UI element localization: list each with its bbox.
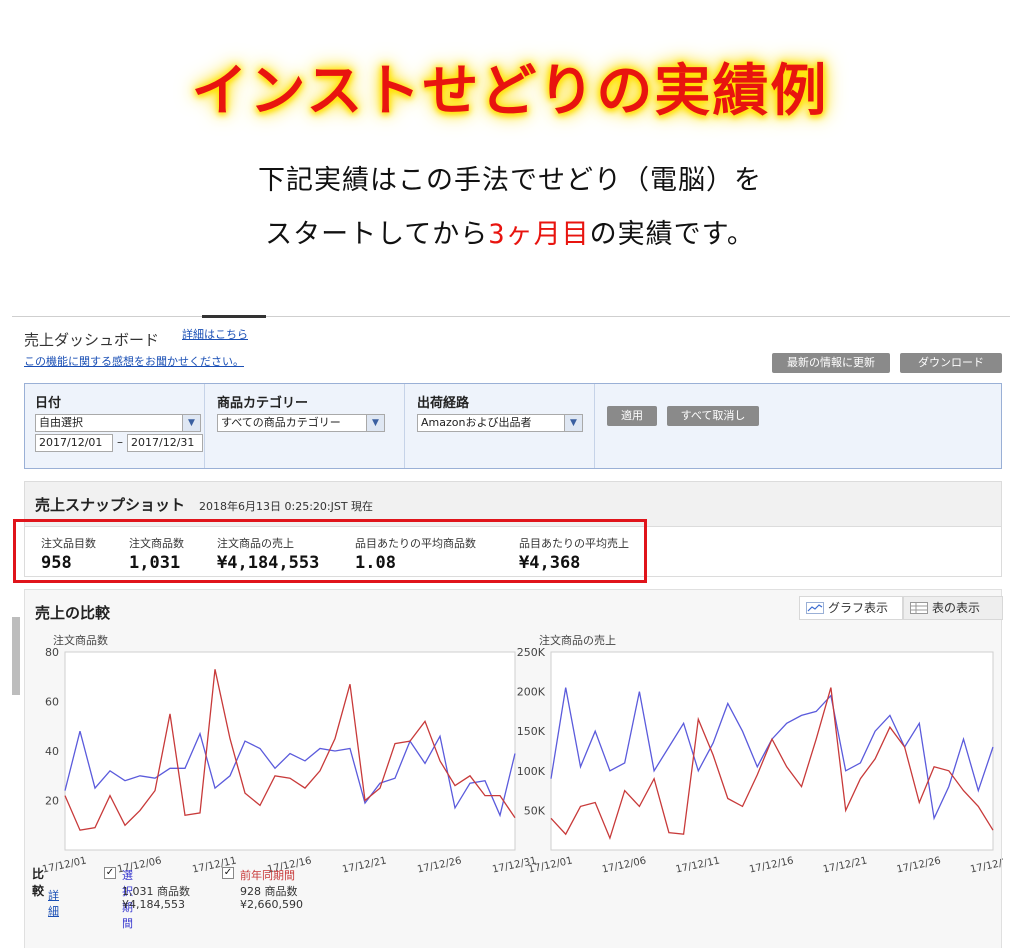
filter-panel: 日付 自由選択 ▼ 2017/12/01 – 2017/12/31 商品カテゴリ… [24, 383, 1002, 469]
selected-period-checkbox[interactable]: ✓ [104, 867, 116, 879]
x-tick-label: 17/12/06 [601, 856, 647, 876]
channel-filter: 出荷経路 Amazonおよび出品者 ▼ [405, 384, 595, 468]
category-filter: 商品カテゴリー すべての商品カテゴリー ▼ [205, 384, 405, 468]
y-tick-label: 40 [45, 745, 59, 758]
y-tick-label: 20 [45, 795, 59, 808]
y-tick-label: 150K [517, 725, 546, 738]
line-chart-icon [806, 602, 824, 614]
x-tick-label: 17/12/01 [41, 856, 87, 876]
previous-period-sales: ¥2,660,590 [240, 898, 303, 911]
x-tick-label: 17/12/16 [748, 856, 794, 876]
y-tick-label: 250K [517, 646, 546, 659]
x-tick-label: 17/12/21 [822, 856, 868, 876]
hero-title: インストせどりの実績例 [191, 59, 829, 124]
date-range-value: 自由選択 [39, 416, 83, 429]
graph-view-button[interactable]: グラフ表示 [799, 596, 903, 620]
x-tick-label: 17/12/26 [896, 856, 942, 876]
metrics-highlight-box [13, 519, 647, 583]
details-link[interactable]: 詳細はこちら [182, 326, 248, 342]
compare-title: 売上の比較 [35, 604, 111, 622]
chart-title: 注文商品数 [53, 633, 108, 647]
intro-line-1: 下記実績はこの手法でせどり（電脳）を [258, 165, 762, 196]
date-from-input[interactable]: 2017/12/01 [35, 434, 113, 452]
y-tick-label: 80 [45, 646, 59, 659]
table-icon [910, 602, 928, 614]
y-tick-label: 200K [517, 686, 546, 699]
date-filter: 日付 自由選択 ▼ 2017/12/01 – 2017/12/31 [25, 384, 205, 468]
compare-label: 比較 [32, 867, 45, 898]
category-select[interactable]: すべての商品カテゴリー ▼ [217, 414, 385, 432]
chevron-down-icon: ▼ [564, 415, 582, 431]
table-view-button[interactable]: 表の表示 [903, 596, 1003, 620]
chart-plot-area [64, 651, 516, 851]
date-separator: – [117, 435, 123, 449]
comparison-charts: 注文商品数 20 40 60 80 17/12/01 17/12/06 17/12/11 17/… [41, 633, 1003, 876]
channel-select[interactable]: Amazonおよび出品者 ▼ [417, 414, 583, 432]
sales-dashboard: 売上ダッシュボード 詳細はこちら この機能に関する感想をお聞かせください。 最新… [12, 315, 1010, 948]
intro-line-2: スタートしてから3ヶ月目の実績です。 [0, 212, 1020, 251]
channel-value: Amazonおよび出品者 [421, 416, 532, 429]
y-tick-label: 60 [45, 696, 59, 709]
graph-view-label: グラフ表示 [828, 601, 889, 615]
x-tick-label: 17/12/26 [416, 856, 462, 876]
previous-period-units: 928 商品数 [240, 885, 298, 898]
selected-period-sales: ¥4,184,553 [122, 898, 185, 911]
intro-line-2-pre: スタートしてから [265, 219, 489, 250]
dashboard-title: 売上ダッシュボード [24, 331, 160, 349]
table-view-label: 表の表示 [932, 601, 981, 615]
chevron-down-icon: ▼ [182, 415, 200, 431]
x-tick-label: 17/12/31 [969, 856, 1003, 876]
channel-label: 出荷経路 [417, 396, 470, 411]
snapshot-timestamp: 2018年6月13日 0:25:20:JST 現在 [199, 500, 374, 513]
selected-period-units: 1,031 商品数 [122, 885, 190, 898]
x-tick-label: 17/12/11 [675, 856, 721, 876]
date-to-input[interactable]: 2017/12/31 [127, 434, 203, 452]
active-tab-indicator [202, 315, 266, 318]
legend-details-link[interactable]: 詳細 [48, 887, 59, 919]
chart-title: 注文商品の売上 [539, 633, 616, 647]
refresh-button[interactable]: 最新の情報に更新 [772, 353, 890, 373]
feedback-link[interactable]: この機能に関する感想をお聞かせください。 [24, 353, 244, 369]
date-range-select[interactable]: 自由選択 ▼ [35, 414, 201, 432]
snapshot-title: 売上スナップショット [35, 496, 186, 514]
apply-button[interactable]: 適用 [607, 406, 657, 426]
category-value: すべての商品カテゴリー [221, 416, 341, 429]
category-label: 商品カテゴリー [217, 396, 309, 411]
y-tick-label: 50K [524, 804, 546, 817]
clear-all-button[interactable]: すべて取消し [667, 406, 759, 426]
intro-line-2-post: の実績です。 [589, 219, 755, 250]
y-tick-label: 100K [517, 765, 546, 778]
chart-plot-area [550, 651, 994, 851]
previous-period-checkbox[interactable]: ✓ [222, 867, 234, 879]
chevron-down-icon: ▼ [366, 415, 384, 431]
x-tick-label: 17/12/21 [341, 856, 387, 876]
download-button[interactable]: ダウンロード [900, 353, 1002, 373]
intro-highlight: 3ヶ月目 [488, 219, 590, 250]
previous-period-label: 前年同期間 [240, 869, 295, 882]
side-scroll-handle[interactable] [12, 617, 20, 695]
date-label: 日付 [35, 396, 62, 411]
